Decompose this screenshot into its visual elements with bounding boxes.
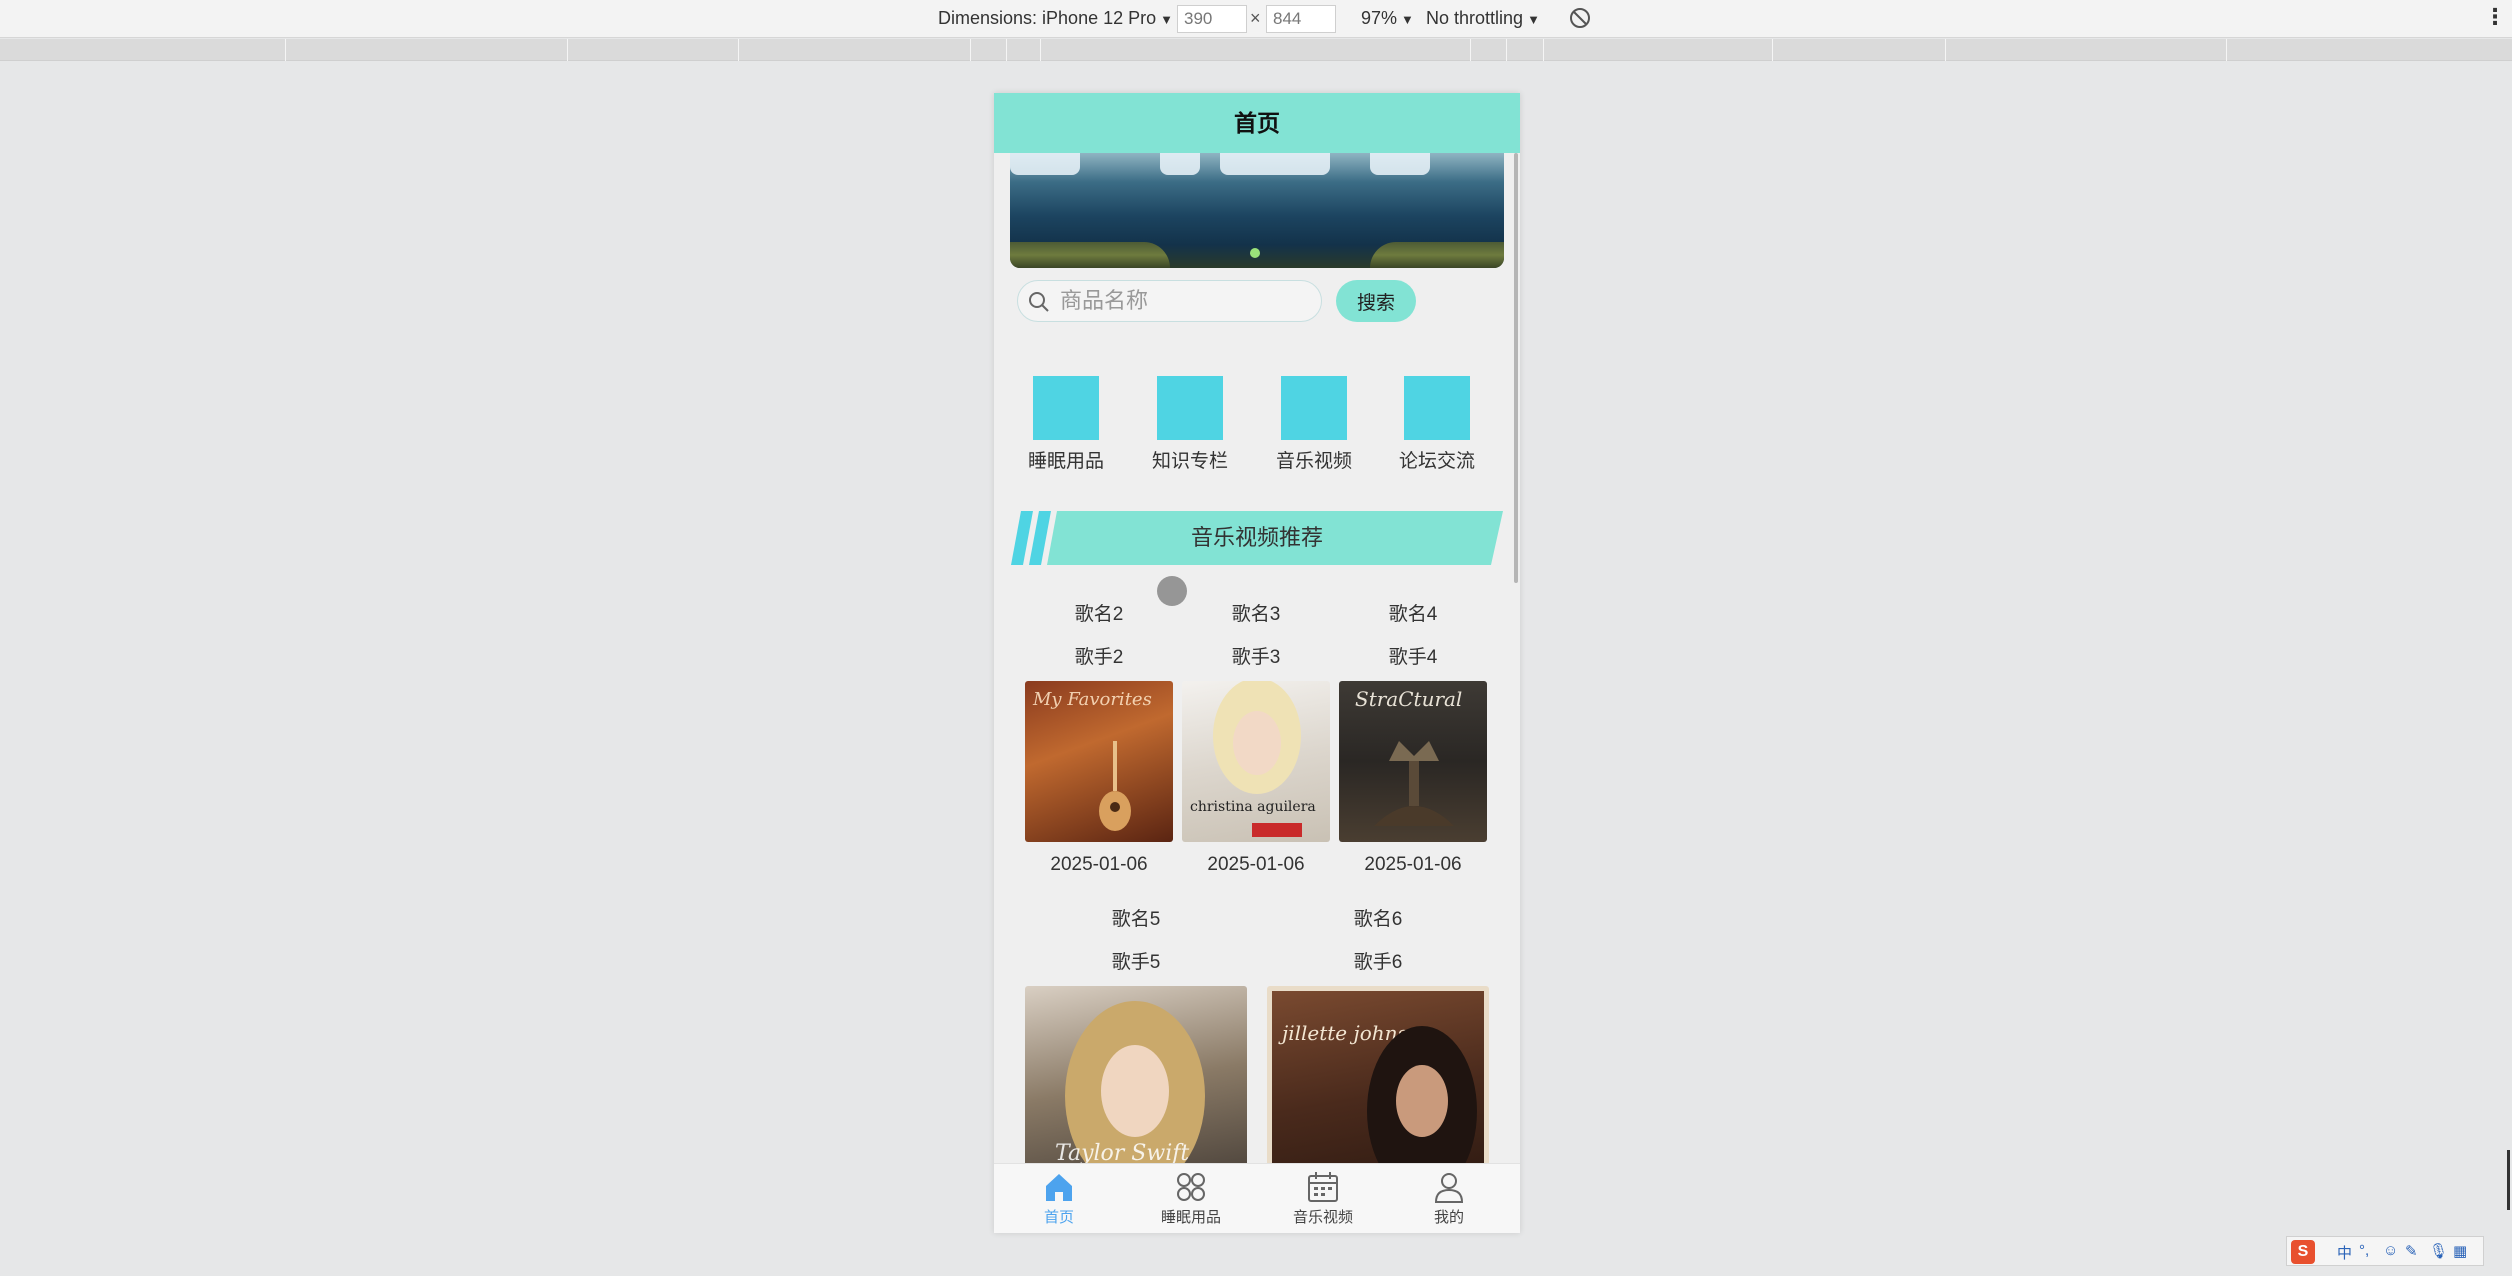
song-date: 2025-01-06	[1050, 854, 1148, 875]
carousel-indicator[interactable]	[1250, 248, 1260, 258]
caret-down-icon: ▼	[1527, 12, 1540, 27]
touch-indicator	[1157, 576, 1187, 606]
category-image	[1404, 376, 1470, 440]
window-scroll-marker	[2507, 1150, 2510, 1210]
page-title: 首页	[994, 93, 1520, 153]
user-icon	[1394, 1170, 1504, 1204]
width-input[interactable]	[1177, 5, 1247, 33]
apps-icon	[1136, 1170, 1246, 1204]
scrollbar[interactable]	[1514, 153, 1518, 583]
microphone-icon[interactable]: 🎙	[2429, 1242, 2448, 1260]
song-card[interactable]: 歌名6 歌手6 jillette johnson	[1267, 908, 1489, 1206]
rotate-icon[interactable]	[1568, 6, 1592, 35]
category-image	[1033, 376, 1099, 440]
song-artist: 歌手5	[1111, 952, 1161, 973]
section-title: 音乐视频推荐	[1190, 525, 1323, 550]
tab-label: 首页	[1043, 1209, 1074, 1226]
song-title: 歌名3	[1231, 604, 1281, 625]
grid-icon[interactable]: ▦	[2453, 1242, 2467, 1260]
tab-label: 音乐视频	[1292, 1209, 1353, 1226]
height-input[interactable]	[1266, 5, 1336, 33]
category-label: 音乐视频	[1275, 451, 1352, 472]
calendar-icon	[1268, 1170, 1378, 1204]
song-artist: 歌手4	[1388, 647, 1438, 668]
song-date: 2025-01-06	[1364, 854, 1462, 875]
category-image	[1281, 376, 1347, 440]
dimensions-dropdown[interactable]: Dimensions: iPhone 12 Pro ▼	[938, 8, 1173, 29]
caret-down-icon: ▼	[1160, 12, 1173, 27]
category-image	[1157, 376, 1223, 440]
category-label: 论坛交流	[1398, 451, 1475, 472]
tab-label: 睡眠用品	[1160, 1209, 1221, 1226]
search-bar	[1017, 280, 1322, 322]
bottom-tab-bar: 首页 睡眠用品 音乐视频 我的	[994, 1163, 1520, 1233]
search-input[interactable]	[1060, 287, 1310, 315]
category-knowledge[interactable]: 知识专栏	[1145, 376, 1235, 473]
tab-music-video[interactable]: 音乐视频	[1268, 1170, 1378, 1227]
song-title: 歌名2	[1074, 604, 1124, 625]
category-sleep-products[interactable]: 睡眠用品	[1021, 376, 1111, 473]
throttling-label: No throttling	[1426, 8, 1524, 28]
punctuation-icon[interactable]: °,	[2359, 1242, 2369, 1259]
cover-text: My Favorites	[1033, 689, 1152, 710]
portrait-image	[1213, 681, 1301, 794]
tab-home[interactable]: 首页	[1004, 1170, 1114, 1227]
cover-text: christina aguilera	[1190, 799, 1316, 815]
guitar-icon	[1099, 741, 1131, 831]
zoom-label: 97%	[1361, 8, 1398, 28]
song-card[interactable]: 歌名5 歌手5 Taylor Swift	[1025, 908, 1247, 1206]
label-logo	[1252, 823, 1302, 837]
song-card[interactable]: 歌名3 歌手3 christina aguilera 2025-01-06	[1182, 603, 1330, 876]
emoji-icon[interactable]: ☺	[2383, 1242, 2398, 1259]
category-forum[interactable]: 论坛交流	[1392, 376, 1482, 473]
tab-mine[interactable]: 我的	[1394, 1170, 1504, 1227]
more-options-icon[interactable]: ⋮	[2484, 4, 2506, 30]
times-symbol: ×	[1250, 8, 1261, 28]
caret-down-icon: ▼	[1401, 12, 1414, 27]
song-title: 歌名5	[1111, 909, 1161, 930]
category-label: 知识专栏	[1151, 451, 1228, 472]
album-cover: My Favorites	[1025, 681, 1173, 842]
song-card[interactable]: 歌名2 歌手2 My Favorites 2025-01-06	[1025, 603, 1173, 876]
section-header: 音乐视频推荐	[1011, 511, 1503, 565]
search-icon	[1028, 291, 1050, 318]
ime-toolbar: S 中 °, ☺ ✎ 🎙 ▦	[2286, 1236, 2484, 1266]
throttling-dropdown[interactable]: No throttling ▼	[1426, 8, 1540, 29]
tab-sleep-products[interactable]: 睡眠用品	[1136, 1170, 1246, 1227]
category-music-video[interactable]: 音乐视频	[1269, 376, 1359, 473]
song-artist: 歌手2	[1074, 647, 1124, 668]
zoom-dropdown[interactable]: 97% ▼	[1361, 8, 1414, 29]
home-icon	[1004, 1170, 1114, 1204]
ime-logo[interactable]: S	[2291, 1240, 2315, 1264]
song-artist: 歌手6	[1353, 952, 1403, 973]
song-title: 歌名6	[1353, 909, 1403, 930]
category-label: 睡眠用品	[1027, 451, 1104, 472]
song-card[interactable]: 歌名4 歌手4 StraCtural 2025-01-06	[1339, 603, 1487, 876]
dimensions-label: Dimensions: iPhone 12 Pro	[938, 8, 1157, 28]
cover-text: StraCtural	[1355, 687, 1463, 711]
tab-label: 我的	[1433, 1209, 1464, 1226]
song-title: 歌名4	[1388, 604, 1438, 625]
album-cover: StraCtural	[1339, 681, 1487, 842]
song-date: 2025-01-06	[1207, 854, 1305, 875]
media-query-ruler	[0, 39, 2512, 61]
pen-icon[interactable]: ✎	[2405, 1242, 2418, 1260]
phone-viewport: 首页 搜索 睡眠用品 知识专栏 音乐视频 论坛交流	[994, 93, 1520, 1233]
album-cover: christina aguilera	[1182, 681, 1330, 842]
crown-tree-image	[1374, 741, 1454, 826]
search-button[interactable]: 搜索	[1336, 280, 1416, 322]
ime-mode[interactable]: 中	[2337, 1242, 2352, 1263]
devtools-device-toolbar: Dimensions: iPhone 12 Pro▼ × 97%▼ No thr…	[0, 0, 2512, 38]
banner-carousel[interactable]	[1010, 153, 1504, 268]
song-artist: 歌手3	[1231, 647, 1281, 668]
